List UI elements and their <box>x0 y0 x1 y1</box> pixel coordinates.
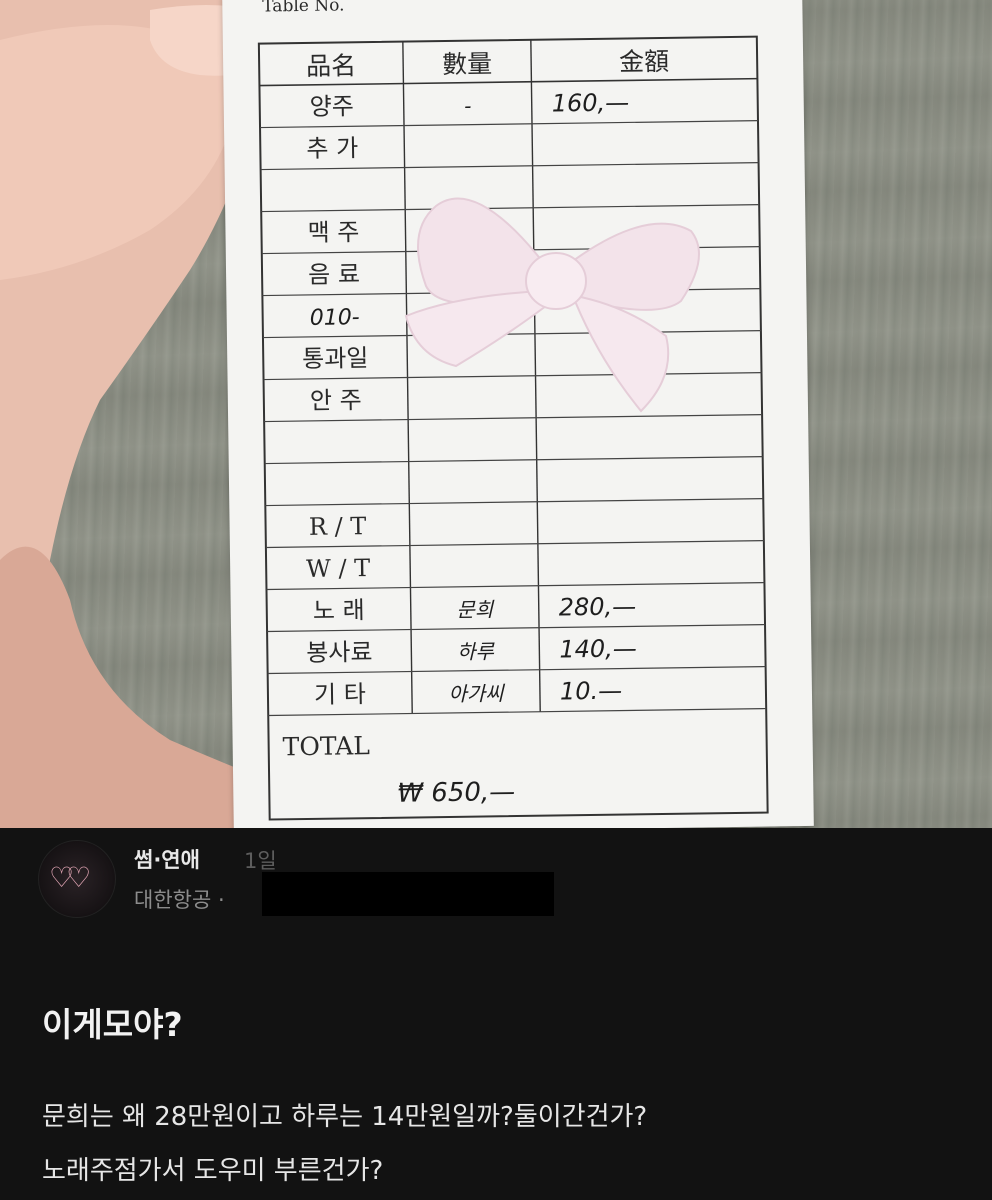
row-item: 음 료 <box>308 260 360 289</box>
row-item: 010- <box>310 305 360 331</box>
row-qty: 문희 <box>456 597 495 622</box>
row-item: 노 래 <box>313 596 365 625</box>
row-item: R / T <box>309 512 367 541</box>
row-line <box>267 665 766 675</box>
row-line <box>260 162 759 171</box>
table-no-label: Table No. <box>262 0 344 17</box>
total-label: TOTAL <box>282 731 370 761</box>
row-amount: 280,— <box>559 592 637 621</box>
total-value: ₩ 650,— <box>397 777 515 809</box>
receipt-photo: Table No. 品名 數量 金額 양주 - 160,— 추 가맥 주음 료 010- 통과일안… <box>0 0 992 828</box>
row-line <box>267 623 766 633</box>
row-item: W / T <box>306 554 370 583</box>
post-time: 1일 <box>244 849 277 873</box>
post-title: 이게모야? <box>42 1005 183 1044</box>
redacted-author-bar <box>262 872 554 916</box>
header-qty: 數量 <box>442 49 492 79</box>
post-body-line-2: 노래주점가서 도우미 부른건가? <box>42 1156 384 1186</box>
row-amount: 160,— <box>552 88 630 117</box>
row-line <box>265 497 764 507</box>
post-body-line-1: 문희는 왜 28만원이고 하루는 14만원일까?둘이간건가? <box>42 1102 648 1132</box>
row-item: 봉사료 <box>306 638 373 667</box>
row-line <box>265 539 764 549</box>
row-qty: 아가씨 <box>448 681 506 706</box>
row-qty: - <box>464 94 472 118</box>
row-qty: 하루 <box>457 639 496 664</box>
row-item: 추 가 <box>306 134 358 163</box>
row-line <box>268 707 767 717</box>
header-amount: 金額 <box>619 47 669 77</box>
double-heart-icon: ♡♡ <box>49 861 91 894</box>
author-company: 대한항공 · <box>134 888 225 912</box>
row-amount: 140,— <box>559 634 637 663</box>
row-line <box>260 120 758 129</box>
row-line <box>266 581 765 591</box>
ribbon-bow-sticker <box>404 197 700 413</box>
row-item: 양주 <box>309 92 354 121</box>
row-amount: 10.— <box>560 677 623 706</box>
community-name[interactable]: 썸·연애 <box>134 844 200 874</box>
row-item: 통과일 <box>302 344 369 373</box>
header-item: 品名 <box>306 51 356 81</box>
community-avatar[interactable]: ♡♡ <box>38 840 116 918</box>
row-line <box>264 455 763 465</box>
row-item: 맥 주 <box>307 218 359 247</box>
row-item: 기 타 <box>314 680 366 709</box>
row-item: 안 주 <box>310 386 362 415</box>
